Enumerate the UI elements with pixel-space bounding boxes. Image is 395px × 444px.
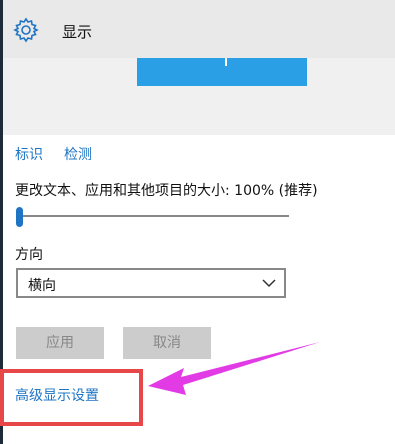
scale-label: 更改文本、应用和其他项目的大小: 100% (推荐): [15, 183, 318, 199]
page-title: 显示: [62, 23, 93, 41]
monitor-preview[interactable]: [137, 58, 307, 86]
orientation-selected-value: 横向: [28, 278, 56, 294]
scale-slider-thumb[interactable]: [15, 207, 23, 227]
apply-button[interactable]: 应用: [16, 327, 104, 359]
orientation-dropdown[interactable]: 横向: [16, 268, 286, 298]
monitor-preview-tick: [225, 58, 227, 66]
identify-link[interactable]: 标识: [15, 144, 43, 164]
cancel-button[interactable]: 取消: [123, 327, 211, 359]
scale-slider-track[interactable]: [19, 215, 289, 217]
gear-icon: [13, 17, 39, 43]
advanced-display-settings-link[interactable]: 高级显示设置: [15, 385, 99, 405]
orientation-label: 方向: [15, 247, 43, 263]
chevron-down-icon: [262, 279, 276, 288]
detect-link[interactable]: 检测: [64, 144, 92, 164]
